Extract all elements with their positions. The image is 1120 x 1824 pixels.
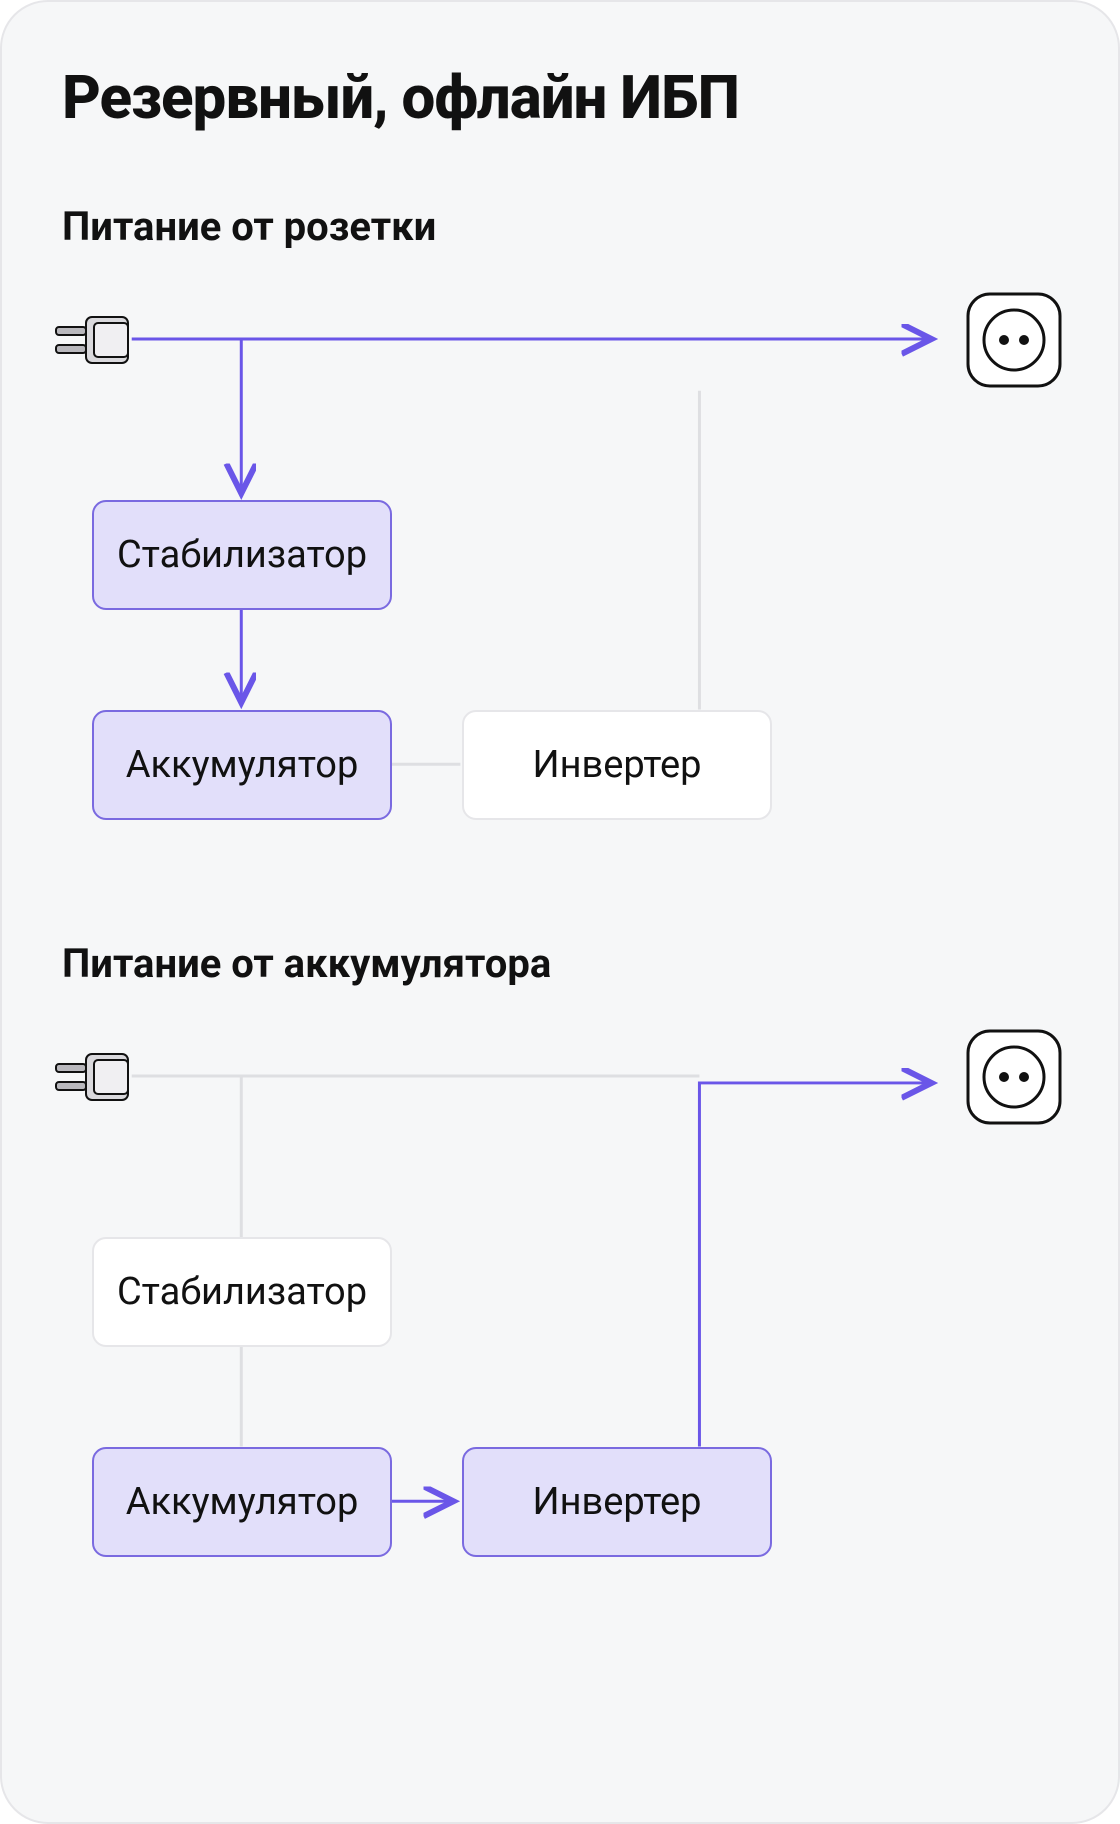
inverter-box: Инвертер xyxy=(462,710,772,820)
inverter-box: Инвертер xyxy=(462,1447,772,1557)
stabilizer-box: Стабилизатор xyxy=(92,500,392,610)
diagram-mains-power: Стабилизатор Аккумулятор Инвертер xyxy=(62,290,1058,870)
plug-icon xyxy=(48,305,138,375)
stabilizer-label: Стабилизатор xyxy=(117,1270,367,1314)
stabilizer-box: Стабилизатор xyxy=(92,1237,392,1347)
section2-subtitle: Питание от аккумулятора xyxy=(62,940,1058,987)
section1-subtitle: Питание от розетки xyxy=(62,203,1058,250)
battery-box: Аккумулятор xyxy=(92,1447,392,1557)
main-title: Резервный, офлайн ИБП xyxy=(62,62,1058,133)
battery-label: Аккумулятор xyxy=(126,743,359,787)
inverter-label: Инвертер xyxy=(532,743,701,787)
battery-box: Аккумулятор xyxy=(92,710,392,820)
diagram-battery-power: Стабилизатор Аккумулятор Инвертер xyxy=(62,1027,1058,1607)
socket-icon xyxy=(964,1027,1064,1127)
plug-icon xyxy=(48,1042,138,1112)
battery-label: Аккумулятор xyxy=(126,1480,359,1524)
ups-diagram-card: Резервный, офлайн ИБП Питание от розетки xyxy=(0,0,1120,1824)
stabilizer-label: Стабилизатор xyxy=(117,533,367,577)
socket-icon xyxy=(964,290,1064,390)
inverter-label: Инвертер xyxy=(532,1480,701,1524)
